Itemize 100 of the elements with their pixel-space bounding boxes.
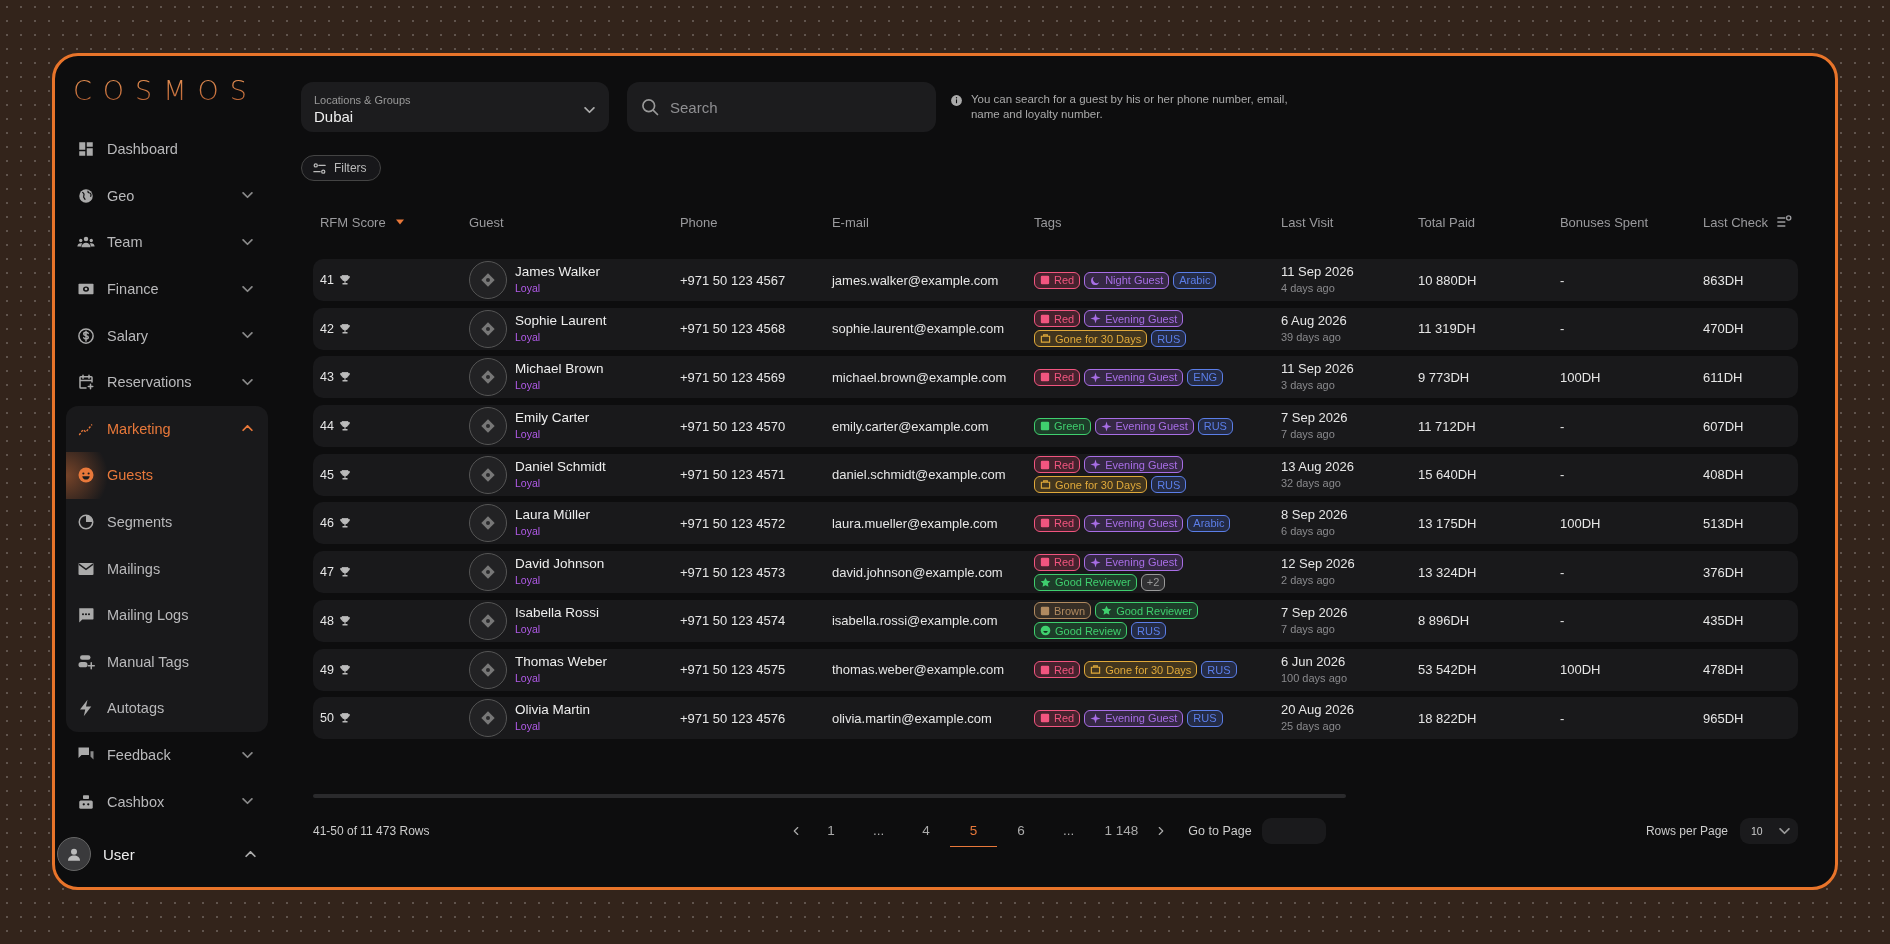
email-address: james.walker@example.com (831, 272, 999, 288)
visit-date: 13 Aug 2026 (1280, 458, 1354, 475)
tag: RUS (1197, 417, 1233, 435)
guest-name: Emily Carter (514, 410, 590, 427)
loyalty-status: Loyal (514, 378, 542, 394)
nav-item[interactable]: Mailing Logs (66, 591, 268, 639)
rfm-score: 50 (319, 711, 334, 726)
tag: Good Review (1033, 622, 1127, 640)
smiley-icon (77, 466, 95, 485)
bonuses-spent: - (1559, 710, 1565, 726)
rows-per-page-select[interactable]: 10 (1740, 818, 1798, 844)
tag: Arabic (1173, 271, 1217, 289)
table-row[interactable]: 43 Michael Brown Loyal +971 50 123 4569 michael.brown@example.com Red Evening Guest ENG 11 Sep 2026 3 days ago 9 773DH 100DH 611DH (312, 356, 1798, 399)
column-header[interactable]: Tags (1033, 214, 1062, 230)
loyalty-status: Loyal (514, 427, 542, 443)
chevron-up-icon (244, 850, 256, 858)
star-icon (1039, 576, 1051, 588)
phone-number: +971 50 123 4568 (679, 321, 786, 337)
page-button[interactable]: 4 (902, 815, 950, 847)
column-header[interactable]: Phone (679, 214, 718, 230)
tag: Red (1033, 661, 1081, 678)
rows-per-page-label: Rows per Page (1645, 824, 1728, 838)
briefcase-icon (1039, 479, 1051, 491)
nav-item[interactable]: Finance (66, 265, 268, 313)
total-paid: 53 542DH (1417, 662, 1477, 677)
nav-item[interactable]: Cashbox (66, 778, 268, 825)
page-button[interactable]: 1 (807, 815, 855, 847)
loyalty-status: Loyal (514, 524, 542, 540)
avatar (468, 358, 507, 397)
table-row[interactable]: 46 Laura Müller Loyal +971 50 123 4572 laura.mueller@example.com Red Evening Guest Arabic 8 Sep 2026 6 days ago 13 175DH 100DH 513DH (312, 502, 1798, 545)
column-header[interactable]: Guest (468, 214, 504, 230)
tag: Evening Guest (1084, 553, 1184, 571)
sliders-icon (311, 160, 327, 176)
table-row[interactable]: 48 Isabella Rossi Loyal +971 50 123 4574 isabella.rossi@example.com Brown Good Reviewer Good Review RUS 7 Sep 2026 7 days ago 8 896DH - 435DH (312, 599, 1798, 642)
nav-item[interactable]: Reservations (66, 358, 268, 406)
briefcase-icon (1039, 333, 1051, 345)
tag: Red (1033, 271, 1081, 289)
total-paid: 11 319DH (1417, 321, 1476, 337)
guest-name: Thomas Weber (514, 653, 607, 670)
total-paid: 11 712DH (1417, 418, 1476, 434)
tag: Green (1033, 417, 1091, 435)
email-address: laura.mueller@example.com (831, 515, 998, 531)
column-header[interactable]: E-mail (831, 214, 869, 230)
tag: Gone for 30 Days (1084, 661, 1198, 678)
rfm-score: 48 (319, 613, 334, 628)
table-row[interactable]: 45 Daniel Schmidt Loyal +971 50 123 4571 daniel.schmidt@example.com Red Evening Guest Gone for 30 Days RUS 13 Aug 2026 32 days ago 15 640DH - 408DH (312, 453, 1798, 496)
square-icon (1039, 518, 1050, 529)
table-row[interactable]: 44 Emily Carter Loyal +971 50 123 4570 emily.carter@example.com Green Evening Guest RUS 7 Sep 2026 7 days ago 11 712DH - 607DH (312, 405, 1798, 448)
smiley-icon (1039, 625, 1051, 637)
visit-date: 7 Sep 2026 (1280, 410, 1348, 427)
user-name: User (103, 845, 136, 863)
last-check: 478DH (1702, 662, 1744, 677)
page-button[interactable]: ... (854, 815, 903, 847)
nav-item[interactable]: Mailings (66, 545, 268, 592)
tag: Evening Guest (1084, 456, 1184, 474)
email-address: emily.carter@example.com (831, 418, 989, 434)
chevron-down-icon (241, 239, 253, 246)
last-check: 965DH (1702, 710, 1744, 726)
table-row[interactable]: 49 Thomas Weber Loyal +971 50 123 4575 thomas.weber@example.com Red Gone for 30 Days RUS 6 Jun 2026 100 days ago 53 542DH 100DH 478DH (312, 648, 1798, 691)
location-select[interactable]: Locations & Groups Dubai (300, 82, 609, 132)
chevron-down-icon (241, 798, 253, 806)
page-button[interactable]: 1 148 (1092, 815, 1151, 847)
nav-item[interactable]: Feedback (66, 731, 268, 779)
visit-ago: 4 days ago (1280, 281, 1335, 296)
nav-item[interactable]: Marketing (66, 405, 268, 453)
page-button[interactable]: ... (1044, 815, 1093, 847)
table-row[interactable]: 41 James Walker Loyal +971 50 123 4567 james.walker@example.com Red Night Guest Arabic 11 Sep 2026 4 days ago 10 880DH - 863DH (312, 259, 1798, 301)
column-header[interactable]: Bonuses Spent (1559, 214, 1649, 230)
visit-ago: 32 days ago (1280, 475, 1341, 491)
table-row[interactable]: 50 Olivia Martin Loyal +971 50 123 4576 olivia.martin@example.com Red Evening Guest RUS 20 Aug 2026 25 days ago 18 822DH - 965DH (312, 697, 1798, 740)
page-button[interactable]: 5 (949, 815, 998, 847)
table-row[interactable]: 42 Sophie Laurent Loyal +971 50 123 4568 sophie.laurent@example.com Red Evening Guest Gone for 30 Days RUS 6 Aug 2026 39 days ago 11 319DH - 470DH (312, 307, 1798, 350)
visit-ago: 2 days ago (1280, 573, 1335, 589)
tag: Red (1033, 514, 1081, 532)
table-row[interactable]: 47 David Johnson Loyal +971 50 123 4573 david.johnson@example.com Red Evening Guest Good Reviewer +2 12 Sep 2026 2 days ago 13 324DH - 376DH (312, 551, 1798, 594)
nav-item[interactable]: Manual Tags (66, 638, 268, 686)
page-button[interactable]: 6 (997, 815, 1045, 847)
nav-item[interactable]: Salary (66, 312, 268, 359)
column-header[interactable]: Total Paid (1417, 214, 1476, 230)
bonuses-spent: - (1559, 467, 1565, 483)
column-header[interactable]: RFM Score (319, 214, 386, 230)
column-header[interactable]: Last Visit (1280, 214, 1334, 230)
nav-item[interactable]: Dashboard (66, 126, 268, 173)
select-value: Dubai (313, 107, 355, 127)
filters-button[interactable]: Filters (300, 155, 381, 181)
email-address: michael.brown@example.com (831, 369, 1007, 385)
chevron-down-icon (241, 332, 253, 340)
trophy-icon (338, 614, 351, 627)
nav-item[interactable]: Autotags (66, 685, 268, 732)
nav-item[interactable]: Geo (66, 172, 268, 220)
sparkle-icon (1090, 313, 1102, 325)
nav-item[interactable]: Segments (66, 498, 268, 546)
tag: RUS (1151, 330, 1187, 348)
user-menu[interactable]: User (55, 835, 268, 873)
search-field[interactable]: Search (626, 82, 936, 132)
column-header[interactable]: Last Check (1702, 214, 1768, 230)
calendar-plus-icon (77, 373, 95, 392)
bonuses-spent: 100DH (1559, 369, 1601, 385)
guest-name: Daniel Schmidt (514, 458, 606, 475)
nav-item[interactable]: Team (66, 219, 268, 266)
